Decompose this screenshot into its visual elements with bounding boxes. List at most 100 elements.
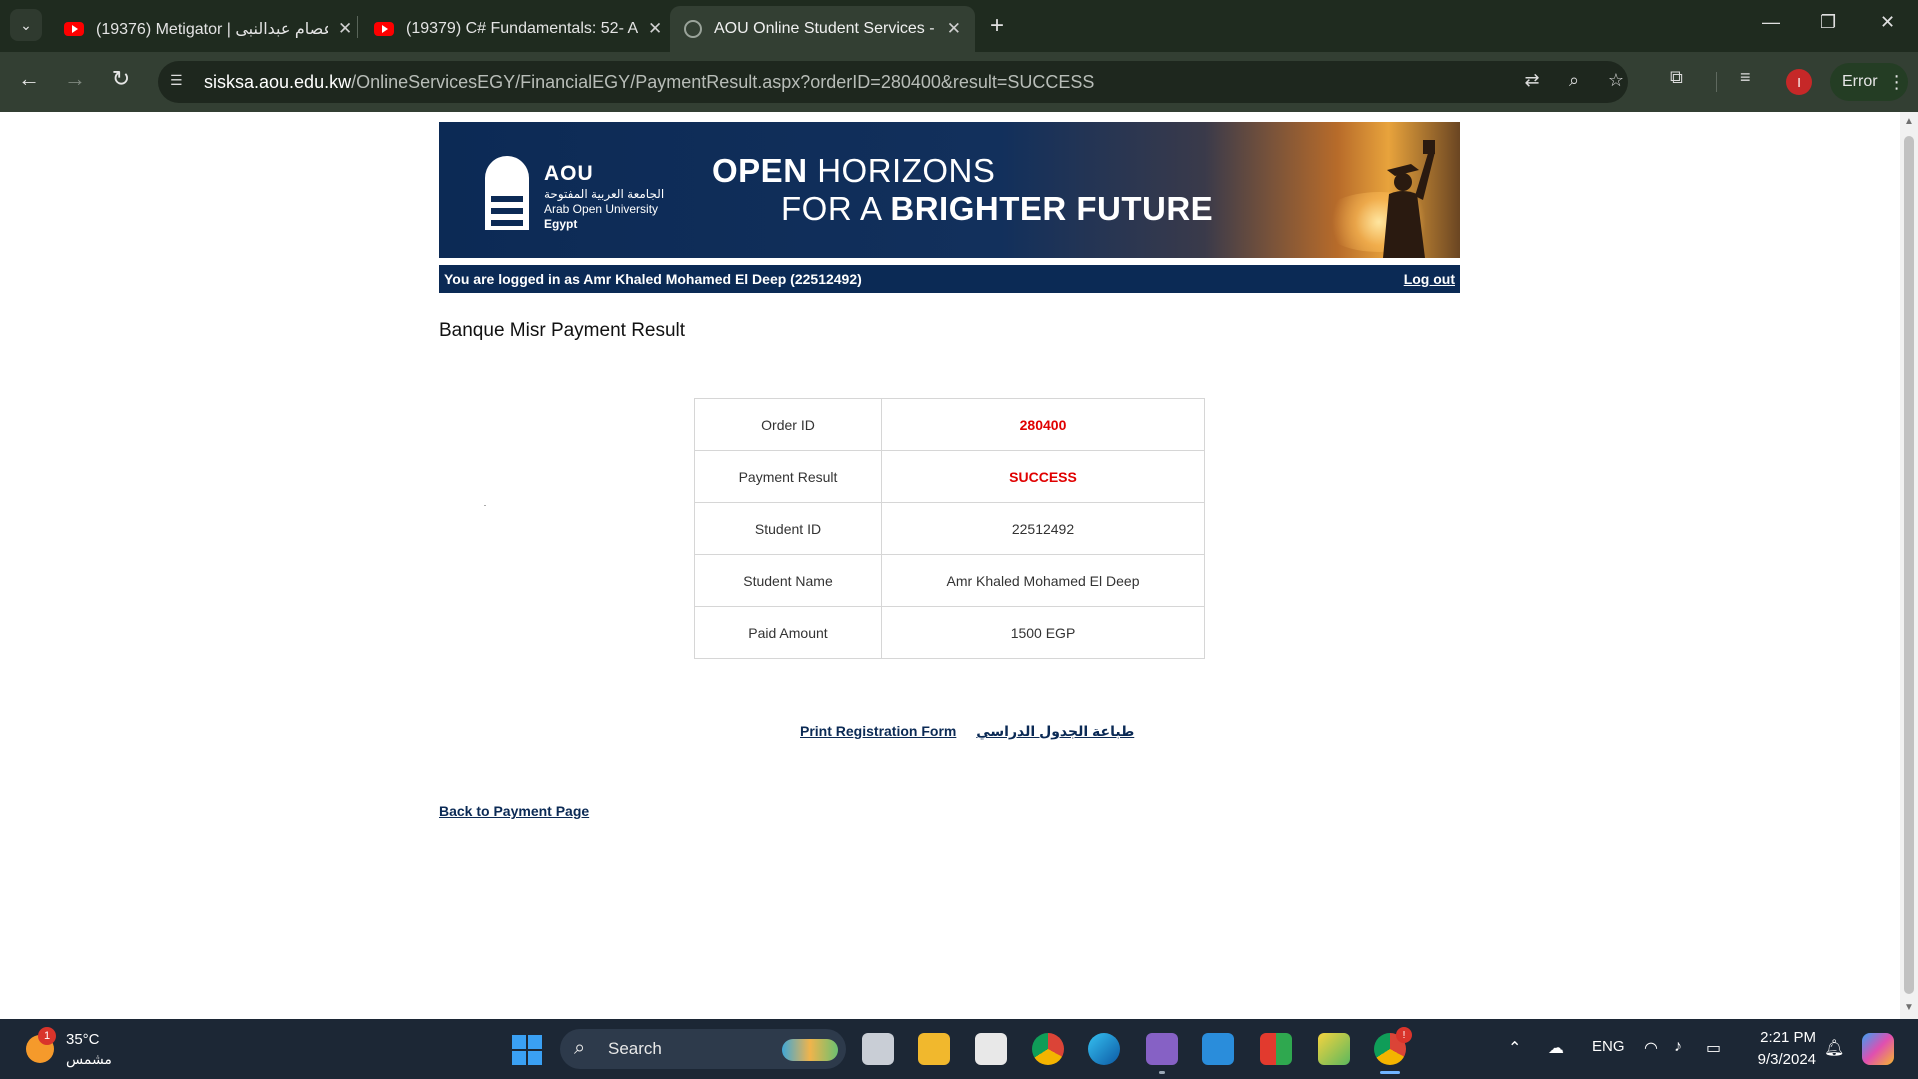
student-name-value: Amr Khaled Mohamed El Deep <box>881 554 1205 607</box>
media-queue-icon[interactable]: ≡ <box>1740 67 1751 88</box>
row-label: Order ID <box>694 398 882 451</box>
table-row-order-id: Order ID 280400 <box>694 398 1205 451</box>
tab-close-icon[interactable]: ✕ <box>338 19 352 39</box>
logged-in-as-text: You are logged in as Amr Khaled Mohamed … <box>444 271 862 287</box>
scrollbar-thumb[interactable] <box>1904 136 1914 994</box>
taskbar-search[interactable]: ⌕ Search <box>560 1029 846 1069</box>
payment-result-value: SUCCESS <box>881 450 1205 503</box>
site-settings-icon[interactable]: ☰ <box>170 72 190 92</box>
microsoft-store-icon[interactable] <box>975 1033 1007 1065</box>
university-banner: AOU الجامعة العربية المفتوحة Arab Open U… <box>439 122 1460 258</box>
bookmark-star-icon[interactable]: ☆ <box>1604 70 1628 94</box>
search-icon: ⌕ <box>574 1037 586 1059</box>
tab-close-icon[interactable]: ✕ <box>648 19 662 39</box>
weather-badge: 1 <box>38 1027 56 1045</box>
graduate-silhouette-icon <box>1383 140 1435 258</box>
edge-icon[interactable] <box>1088 1033 1120 1065</box>
table-row-paid-amount: Paid Amount 1500 EGP <box>694 606 1205 659</box>
task-view-icon[interactable] <box>862 1033 894 1065</box>
profile-avatar[interactable]: I <box>1786 69 1812 95</box>
logo-abbreviation: AOU <box>544 162 594 185</box>
error-label: Error <box>1842 73 1878 90</box>
table-row-student-name: Student Name Amr Khaled Mohamed El Deep <box>694 554 1205 607</box>
login-status-bar: You are logged in as Amr Khaled Mohamed … <box>439 265 1460 293</box>
address-bar[interactable]: ☰ sisksa.aou.edu.kw/OnlineServicesEGY/Fi… <box>158 61 1628 103</box>
error-status-button[interactable]: Error ⋮ <box>1830 63 1908 101</box>
payment-result-table: Order ID 280400 Payment Result SUCCESS S… <box>694 398 1205 659</box>
volume-icon[interactable]: ♪ <box>1674 1038 1682 1056</box>
translate-icon[interactable]: ⇄ <box>1520 70 1544 94</box>
tab-title: AOU Online Student Services - F <box>714 20 937 37</box>
youtube-icon <box>374 22 394 36</box>
tagline-1-bold: OPEN <box>712 152 808 189</box>
show-hidden-icons-chevron-up-icon[interactable]: ⌃ <box>1508 1038 1521 1058</box>
paid-amount-value: 1500 EGP <box>881 606 1205 659</box>
back-to-payment-link[interactable]: Back to Payment Page <box>439 803 589 819</box>
app-tiles-icon[interactable] <box>1260 1033 1292 1065</box>
file-explorer-icon[interactable] <box>918 1033 950 1065</box>
restore-icon[interactable]: ❐ <box>1820 12 1836 33</box>
taskbar-time[interactable]: 2:21 PM <box>1752 1029 1816 1046</box>
reload-icon[interactable]: ↻ <box>106 66 136 92</box>
tab-separator <box>357 16 358 38</box>
page-viewport: AOU الجامعة العربية المفتوحة Arab Open U… <box>0 112 1900 1019</box>
tagline-line-1: OPEN HORIZONS <box>712 152 995 190</box>
print-registration-form-link[interactable]: Print Registration Form <box>800 723 956 739</box>
notification-bell-icon[interactable]: 🔔︎ <box>1824 1038 1844 1058</box>
row-label: Student ID <box>694 502 882 555</box>
wifi-icon[interactable]: ◠ <box>1644 1038 1658 1058</box>
more-menu-icon: ⋮ <box>1887 71 1906 92</box>
new-tab-plus-icon[interactable]: + <box>990 12 1004 40</box>
table-row-payment-result: Payment Result SUCCESS <box>694 450 1205 503</box>
weather-description: مشمس <box>66 1051 112 1067</box>
tab-title: (19376) Metigator | عصام عبدالنبى <box>96 21 328 38</box>
search-highlight-art-icon <box>782 1039 838 1061</box>
print-schedule-link[interactable]: طباعة الجدول الدراسي <box>976 723 1134 739</box>
snipping-tool-icon[interactable] <box>1318 1033 1350 1065</box>
browser-toolbar: ← → ↻ ☰ sisksa.aou.edu.kw/OnlineServices… <box>0 52 1918 112</box>
tab-close-icon[interactable]: ✕ <box>947 19 961 39</box>
scroll-up-icon[interactable]: ▲ <box>1904 116 1914 127</box>
zoom-icon[interactable]: ⌕ <box>1562 70 1586 94</box>
print-links: Print Registration Form طباعة الجدول الد… <box>800 723 1134 740</box>
globe-icon <box>684 20 702 38</box>
browser-tab-strip: ⌄ (19376) Metigator | عصام عبدالنبى ✕ (1… <box>0 0 1918 52</box>
weather-temperature[interactable]: 35°C <box>66 1031 100 1048</box>
onedrive-cloud-icon[interactable]: ☁ <box>1548 1038 1564 1058</box>
input-language[interactable]: ENG <box>1592 1038 1625 1055</box>
logo-arabic-name: الجامعة العربية المفتوحة <box>544 187 665 201</box>
order-id-value: 280400 <box>881 398 1205 451</box>
forward-arrow-icon[interactable]: → <box>60 66 90 92</box>
tagline-line-2: FOR A BRIGHTER FUTURE <box>781 190 1213 228</box>
logo-english-name: Arab Open University <box>544 202 659 216</box>
stray-mark <box>484 505 486 506</box>
tagline-2-bold: BRIGHTER FUTURE <box>890 190 1214 227</box>
minimize-icon[interactable]: — <box>1762 12 1780 33</box>
battery-icon[interactable]: ▭ <box>1706 1038 1721 1058</box>
tagline-2-rest: FOR A <box>781 190 891 227</box>
toolbar-separator <box>1716 72 1717 92</box>
windows-start-icon[interactable] <box>512 1035 542 1065</box>
extensions-puzzle-icon[interactable]: ⧉ <box>1670 67 1683 88</box>
logout-link[interactable]: Log out <box>1404 271 1455 287</box>
back-arrow-icon[interactable]: ← <box>14 66 44 92</box>
vscode-icon[interactable] <box>1202 1033 1234 1065</box>
tab-search-chevron-down-icon[interactable]: ⌄ <box>10 9 42 41</box>
close-window-icon[interactable]: ✕ <box>1880 12 1895 33</box>
tab-aou-online-services[interactable]: AOU Online Student Services - F ✕ <box>670 6 975 52</box>
taskbar-date[interactable]: 9/3/2024 <box>1738 1051 1816 1068</box>
copilot-icon[interactable] <box>1862 1033 1894 1065</box>
visual-studio-icon[interactable] <box>1146 1033 1178 1074</box>
chrome-badge: ! <box>1396 1027 1412 1043</box>
chrome-icon[interactable] <box>1032 1033 1064 1065</box>
page-scrollbar[interactable]: ▲ ▼ <box>1900 112 1918 1019</box>
tab-metigator[interactable]: (19376) Metigator | عصام عبدالنبى ✕ <box>50 6 366 52</box>
row-label: Student Name <box>694 554 882 607</box>
tab-csharp-fundamentals[interactable]: (19379) C# Fundamentals: 52- A ✕ <box>360 6 676 52</box>
student-id-value: 22512492 <box>881 502 1205 555</box>
url-text[interactable]: sisksa.aou.edu.kw/OnlineServicesEGY/Fina… <box>204 72 1094 93</box>
page-title: Banque Misr Payment Result <box>439 320 686 341</box>
scroll-down-icon[interactable]: ▼ <box>1904 1002 1914 1013</box>
url-host: sisksa.aou.edu.kw <box>204 72 352 92</box>
chrome-active-icon[interactable]: ! <box>1374 1027 1412 1074</box>
